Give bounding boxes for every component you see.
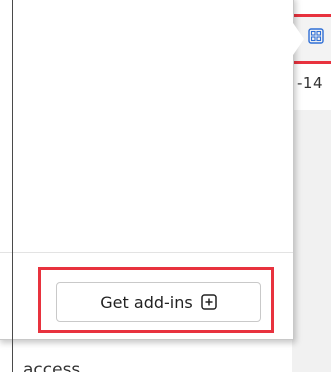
plus-square-icon xyxy=(200,294,217,310)
background-cut-text: access xyxy=(23,360,81,372)
addins-grid-icon xyxy=(308,28,324,44)
get-addins-button[interactable]: Get add-ins xyxy=(56,282,261,322)
popup-divider xyxy=(0,252,293,253)
popup-left-edge xyxy=(12,0,13,372)
popup-pointer-arrow xyxy=(291,20,304,58)
get-addins-label: Get add-ins xyxy=(100,292,193,312)
background-cut-number: -14 xyxy=(297,74,323,92)
screenshot-stage: -14 access Get add-ins xyxy=(0,0,331,372)
